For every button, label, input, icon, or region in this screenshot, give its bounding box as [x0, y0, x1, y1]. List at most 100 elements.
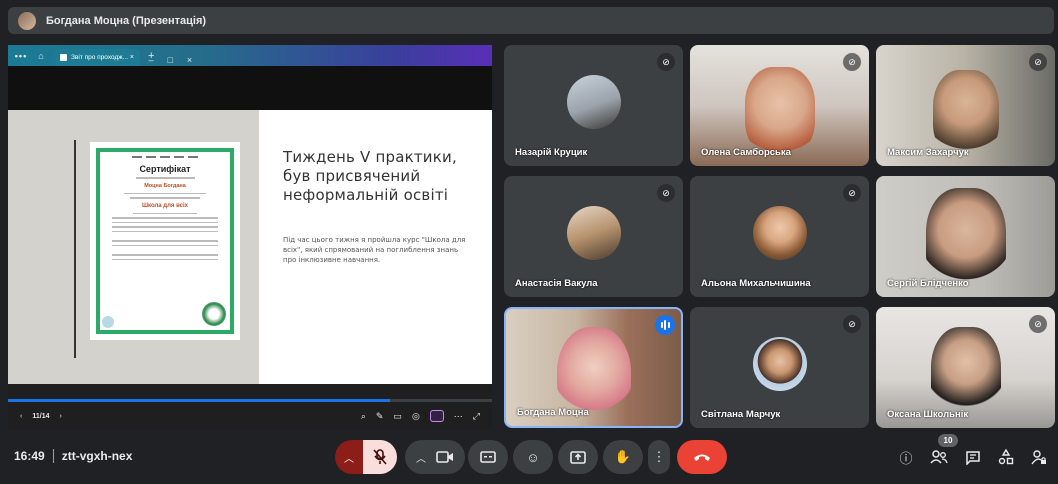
- avatar: [752, 205, 807, 260]
- meeting-controls-bar: 16:49 ztt-vgxh-nex ︿ ︿ ☺ ✋ ⋮ ⓘ 10: [0, 433, 1058, 484]
- host-controls-button[interactable]: [1029, 447, 1049, 467]
- participant-tile[interactable]: ⊘ Назарій Круцик: [504, 45, 683, 166]
- slide-left-panel: Сертифікат Моцна Богдана Школа для всіх: [8, 110, 259, 384]
- certificate-seal: [202, 302, 226, 326]
- captions-button[interactable]: [468, 440, 508, 474]
- mic-off-icon: ⊘: [657, 184, 675, 202]
- participant-name: Богдана Моцна: [517, 407, 589, 418]
- presenter-title: Богдана Моцна (Презентація): [46, 14, 207, 27]
- leave-call-button[interactable]: [677, 440, 727, 474]
- presenter-bar[interactable]: Богдана Моцна (Презентація): [8, 7, 1054, 34]
- avatar: [752, 336, 807, 391]
- participant-tile[interactable]: ⊘ Світлана Марчук: [690, 307, 869, 428]
- browser-tab-title: Звіт про проходж...: [71, 54, 129, 61]
- lock-person-icon: [1031, 450, 1046, 465]
- avatar: [566, 205, 621, 260]
- call-end-icon: [694, 454, 710, 461]
- participant-tile[interactable]: ⊘ Анастасія Вакула: [504, 176, 683, 297]
- audio-icon[interactable]: ◎: [412, 411, 420, 422]
- video-feed: [744, 66, 815, 157]
- participant-tile-active[interactable]: Богдана Моцна: [504, 307, 683, 428]
- camera-icon: [436, 451, 453, 463]
- fullscreen-icon[interactable]: ⤢: [473, 411, 480, 422]
- people-icon: [930, 450, 948, 464]
- meeting-details-button[interactable]: ⓘ: [896, 447, 916, 467]
- activities-icon: [998, 449, 1014, 465]
- present-now-button[interactable]: [558, 440, 598, 474]
- page-indicator: 11/14: [32, 412, 50, 420]
- more-icon: •••: [14, 50, 28, 61]
- certificate-title: Сертифікат: [139, 164, 191, 174]
- participant-name: Оксана Школьнік: [887, 409, 969, 420]
- participant-tile[interactable]: ⊘ Оксана Школьнік: [876, 307, 1055, 428]
- minimize-icon: –: [148, 54, 154, 65]
- captions-icon: [480, 451, 496, 463]
- participant-name: Назарій Круцик: [515, 147, 588, 158]
- chat-button[interactable]: [963, 447, 983, 467]
- activities-button[interactable]: [996, 447, 1016, 467]
- mic-off-icon: ⊘: [843, 315, 861, 333]
- slide-heading: Тиждень V практики, був присвячений нефо…: [283, 148, 457, 204]
- previous-slide-icon[interactable]: ‹: [20, 413, 22, 420]
- mic-off-icon: ⊘: [1029, 315, 1047, 333]
- zoom-icon[interactable]: ⌕: [361, 411, 366, 422]
- reactions-button[interactable]: ☺: [513, 440, 553, 474]
- participant-name: Сергій Блідченко: [887, 278, 969, 289]
- participant-tile[interactable]: ⊘ Максим Захарчук: [876, 45, 1055, 166]
- tab-favicon-icon: [60, 54, 67, 61]
- raise-hand-button[interactable]: ✋: [603, 440, 643, 474]
- presentation-view: ••• ⌂ Звіт про проходж... × + – □ × Серт…: [8, 45, 492, 430]
- close-tab-icon: ×: [129, 54, 134, 61]
- presentation-mode-icon[interactable]: [429, 410, 444, 422]
- mic-off-icon: ⊘: [843, 53, 861, 71]
- slide: Сертифікат Моцна Богдана Школа для всіх: [8, 110, 492, 384]
- participant-tile[interactable]: Сергій Блідченко: [876, 176, 1055, 297]
- info-icon: ⓘ: [899, 450, 913, 466]
- current-time: 16:49: [14, 449, 45, 463]
- pen-icon[interactable]: ✎: [376, 411, 384, 422]
- mic-off-icon: ⊘: [843, 184, 861, 202]
- participant-name: Альона Михальчишина: [701, 278, 811, 289]
- close-window-icon: ×: [186, 54, 193, 65]
- microphone-toggle-button[interactable]: [363, 440, 397, 474]
- meeting-code: ztt-vgxh-nex: [61, 449, 133, 463]
- audio-options-button[interactable]: ︿: [335, 440, 363, 474]
- presenter-avatar: [18, 11, 36, 30]
- shared-browser-titlebar: ••• ⌂ Звіт про проходж... × + – □ ×: [8, 45, 492, 66]
- more-vert-icon: ⋮: [652, 449, 666, 464]
- participant-tile[interactable]: ⊘ Альона Михальчишина: [690, 176, 869, 297]
- certificate-course: Школа для всіх: [142, 202, 188, 209]
- certificate-image: Сертифікат Моцна Богдана Школа для всіх: [90, 142, 240, 340]
- mic-off-icon: [373, 449, 387, 465]
- maximize-icon: □: [167, 54, 173, 65]
- hand-icon: ✋: [614, 449, 632, 464]
- home-icon: ⌂: [38, 50, 44, 61]
- participant-name: Максим Захарчук: [887, 147, 969, 158]
- next-slide-icon[interactable]: ›: [59, 413, 61, 420]
- participant-name: Олена Самборська: [701, 147, 791, 158]
- more-options-icon[interactable]: ⋯: [454, 411, 463, 422]
- present-icon: [570, 450, 586, 464]
- slide-right-panel: Тиждень V практики, був присвячений нефо…: [259, 110, 492, 384]
- speaking-indicator-icon: [655, 315, 675, 335]
- participant-name: Анастасія Вакула: [515, 278, 598, 289]
- participant-name: Світлана Марчук: [701, 409, 781, 420]
- camera-toggle-button[interactable]: ︿: [405, 440, 465, 474]
- slide-controls: ‹ 11/14 › ⌕ ✎ ▭ ◎ ⋯ ⤢: [8, 405, 492, 427]
- slide-progress-bar: [8, 399, 492, 402]
- chat-icon: [966, 450, 980, 465]
- people-count-badge: 10: [938, 434, 958, 447]
- more-options-button[interactable]: ⋮: [648, 440, 670, 474]
- chevron-up-icon: ︿: [344, 453, 354, 465]
- certificate-name: Моцна Богдана: [144, 182, 186, 189]
- captions-icon[interactable]: ▭: [393, 411, 402, 422]
- participant-tile[interactable]: ⊘ Олена Самборська: [690, 45, 869, 166]
- slide-body: Під час цього тижня я пройшла курс "Школ…: [283, 236, 466, 264]
- chevron-up-icon: ︿: [416, 453, 426, 465]
- avatar: [566, 74, 621, 129]
- mic-off-icon: ⊘: [657, 53, 675, 71]
- browser-tab: Звіт про проходж... ×: [54, 49, 140, 66]
- mic-off-icon: ⊘: [1029, 53, 1047, 71]
- people-button[interactable]: [929, 447, 949, 467]
- emoji-icon: ☺: [526, 449, 540, 465]
